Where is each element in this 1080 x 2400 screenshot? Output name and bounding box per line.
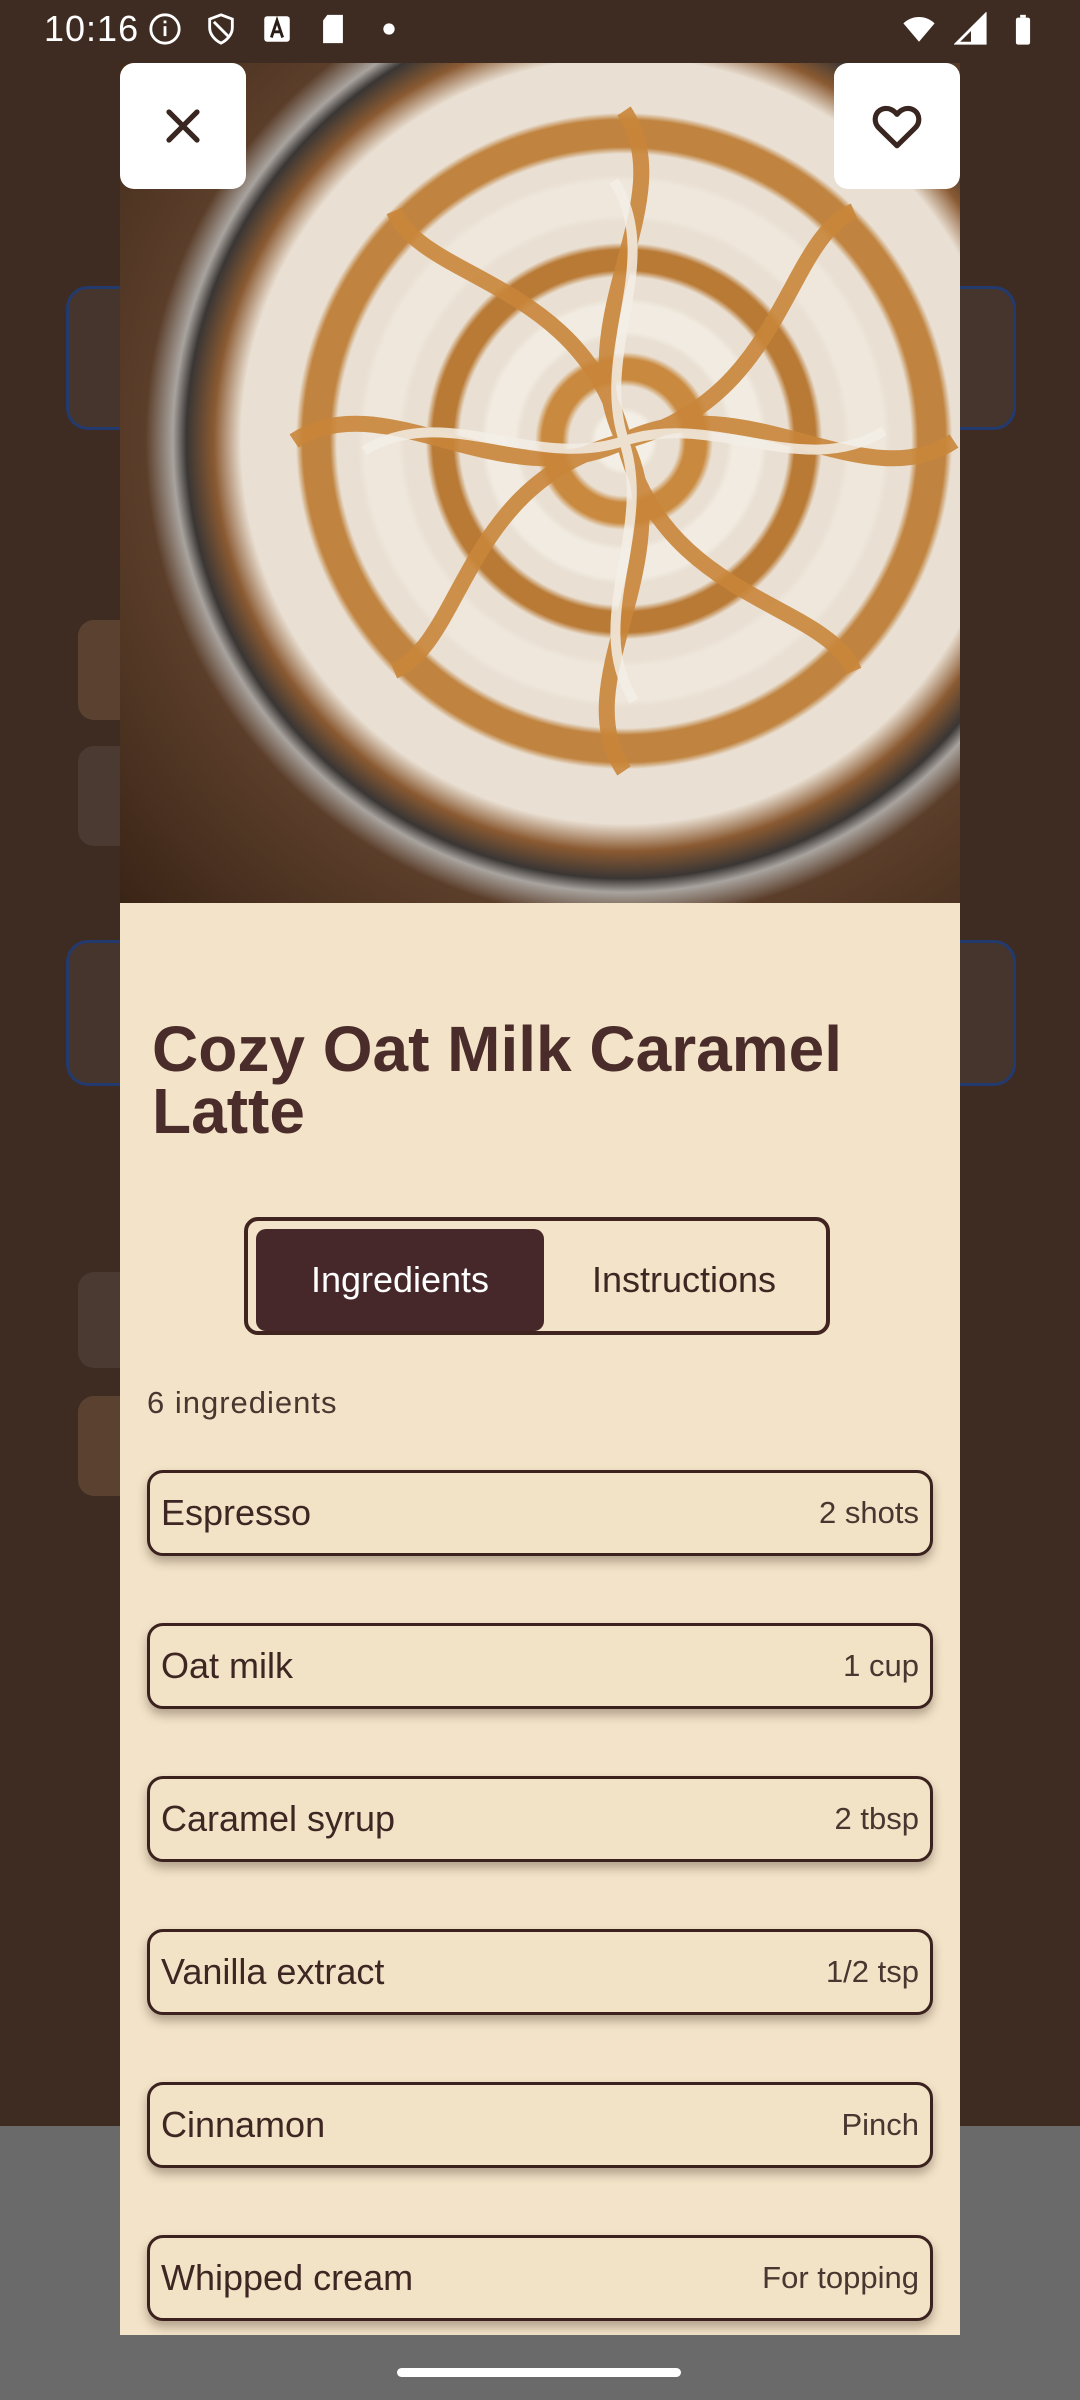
latte-art-pattern (289, 106, 959, 776)
ingredient-row: Whipped cream For topping (147, 2235, 933, 2321)
recipe-dialog: Cozy Oat Milk Caramel Latte Ingredients … (120, 63, 960, 2335)
ingredient-row: Caramel syrup 2 tbsp (147, 1776, 933, 1862)
ingredient-row: Vanilla extract 1/2 tsp (147, 1929, 933, 2015)
ingredient-name: Oat milk (161, 1645, 294, 1686)
favorite-button[interactable] (834, 63, 960, 189)
gesture-nav-handle[interactable] (397, 2368, 681, 2377)
ingredient-name: Caramel syrup (161, 1798, 396, 1839)
close-icon (166, 109, 200, 143)
close-button[interactable] (120, 63, 246, 189)
status-bar: 10:16 (0, 0, 1080, 60)
ingredient-name: Vanilla extract (161, 1951, 385, 1992)
ingredient-amount: 1 cup (843, 1648, 919, 1683)
tab-instructions[interactable]: Instructions (546, 1229, 822, 1331)
ingredient-name: Cinnamon (161, 2104, 326, 2145)
font-icon (264, 16, 290, 42)
ingredient-row: Cinnamon Pinch (147, 2082, 933, 2168)
ingredient-amount: 2 shots (819, 1495, 919, 1530)
ingredient-name: Espresso (161, 1492, 312, 1533)
segmented-tabs: Ingredients Instructions (244, 1217, 830, 1335)
signal-icon (954, 12, 987, 45)
status-time: 10:16 (44, 8, 140, 49)
info-icon (149, 13, 181, 45)
ingredient-row: Espresso 2 shots (147, 1470, 933, 1556)
ingredient-count: 6 ingredients (147, 1385, 338, 1420)
ingredient-amount: 1/2 tsp (825, 1954, 919, 1989)
ingredient-amount: Pinch (841, 2107, 919, 2142)
tab-ingredients[interactable]: Ingredients (256, 1229, 544, 1331)
recipe-title: Cozy Oat Milk Caramel Latte (152, 1013, 842, 1147)
ingredient-amount: For topping (762, 2260, 919, 2295)
battery-icon (1015, 14, 1031, 45)
dot-icon (383, 23, 395, 35)
latte-art-image (120, 63, 960, 903)
ingredient-amount: 2 tbsp (834, 1801, 919, 1836)
sd-card-icon (323, 14, 343, 44)
ingredient-row: Oat milk 1 cup (147, 1623, 933, 1709)
heart-outline-icon (872, 105, 922, 149)
wifi-icon (903, 16, 935, 42)
ingredient-name: Whipped cream (161, 2257, 414, 2298)
shield-icon (208, 13, 234, 45)
